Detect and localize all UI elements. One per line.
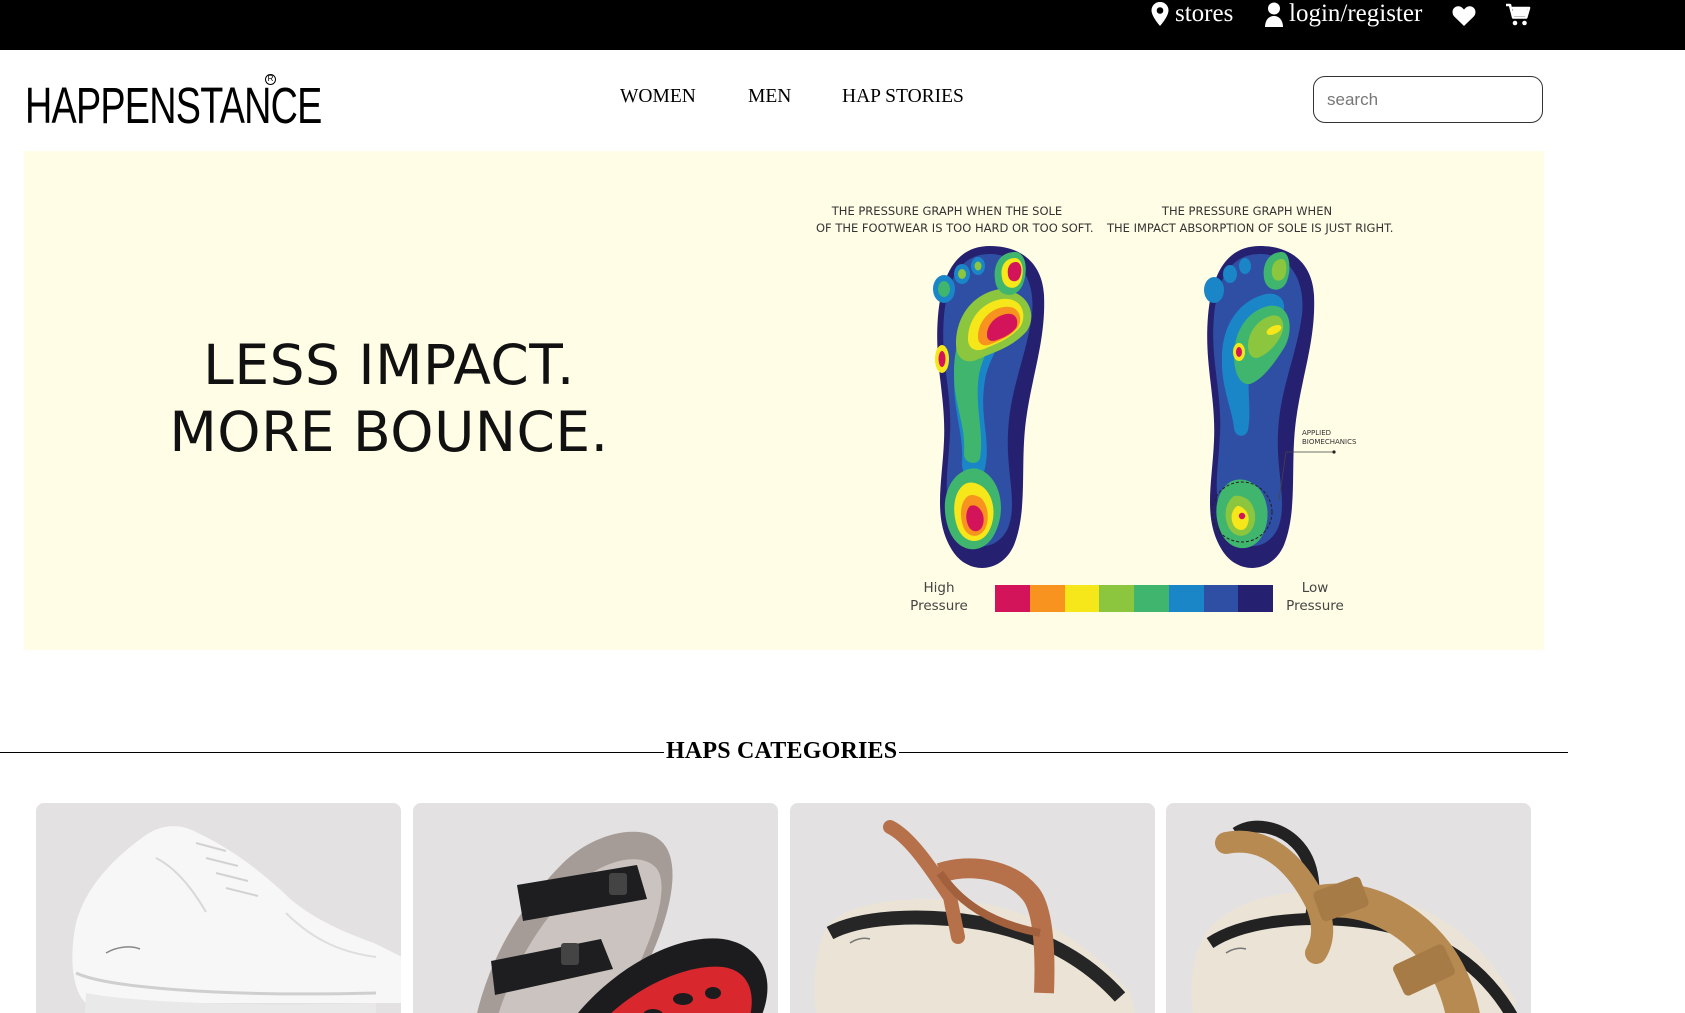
black-slide-sandal-image [477, 831, 768, 1013]
tan-thong-sandal-image [814, 820, 1135, 1013]
pressure-scale-swatch [1238, 585, 1273, 612]
stores-label: stores [1175, 0, 1234, 27]
category-card-sneakers[interactable] [36, 803, 401, 1013]
white-sneaker-image [72, 826, 401, 1013]
balanced-pressure-foot-map [1190, 244, 1330, 579]
pressure-scale-swatch [1029, 585, 1065, 612]
cart-button[interactable] [1505, 1, 1531, 29]
category-card-strap-sandals[interactable] [1166, 803, 1531, 1013]
applied-biomechanics-annotation: APPLIED BIOMECHANICS [1302, 429, 1357, 446]
pressure-scale-swatch [1168, 585, 1204, 612]
logo-wordmark: HAPPENSTANCE [25, 77, 322, 134]
headline-line-2: MORE BOUNCE. [169, 400, 609, 464]
heart-icon [1452, 5, 1476, 27]
nav-men[interactable]: MEN [748, 86, 791, 108]
location-pin-icon [1150, 1, 1170, 27]
login-register-link[interactable]: login/register [1264, 0, 1422, 28]
pressure-scale-swatch [1099, 585, 1134, 612]
category-card-slides[interactable] [413, 803, 778, 1013]
tan-strap-sandal-image [1191, 820, 1518, 1013]
top-utility-bar: stores login/register [0, 0, 1685, 50]
pressure-scale-swatch [1203, 585, 1239, 612]
stores-link[interactable]: stores [1150, 0, 1233, 28]
headline-line-1: LESS IMPACT. [203, 333, 575, 397]
right-graph-caption: THE PRESSURE GRAPH WHEN THE IMPACT ABSOR… [1107, 204, 1394, 235]
user-icon [1264, 1, 1284, 27]
legend-low-pressure: Low Pressure [1286, 580, 1344, 614]
wishlist-button[interactable] [1452, 2, 1476, 30]
annotation-leader-line [1278, 449, 1338, 506]
pressure-color-scale [995, 585, 1273, 612]
login-register-label: login/register [1289, 0, 1423, 27]
hero-banner[interactable]: LESS IMPACT. MORE BOUNCE. THE PRESSURE G… [24, 151, 1544, 650]
categories-heading: HAPS CATEGORIES [664, 738, 900, 765]
left-graph-caption: THE PRESSURE GRAPH WHEN THE SOLE OF THE … [816, 204, 1094, 235]
high-pressure-foot-map [920, 244, 1060, 579]
nav-women[interactable]: WOMEN [620, 86, 696, 108]
nav-hap-stories[interactable]: HAP STORIES [842, 86, 964, 108]
pressure-scale-swatch [995, 585, 1030, 612]
pressure-scale-swatch [1064, 585, 1100, 612]
registered-mark: R [265, 74, 276, 85]
search-input[interactable] [1313, 76, 1543, 123]
cart-icon [1505, 3, 1531, 27]
category-card-thong-sandals[interactable] [790, 803, 1155, 1013]
happenstance-logo[interactable]: HAPPENSTANCE R [25, 74, 322, 136]
legend-high-pressure: High Pressure [910, 580, 968, 614]
pressure-scale-swatch [1134, 585, 1169, 612]
